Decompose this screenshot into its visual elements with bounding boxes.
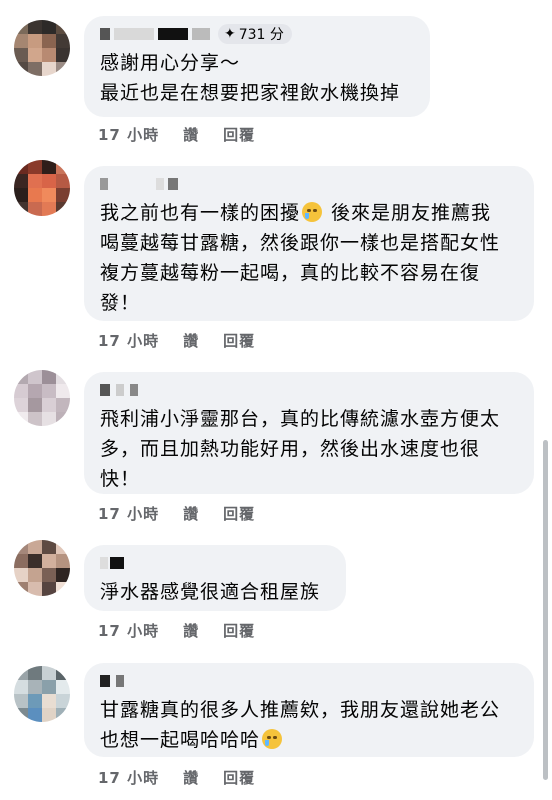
- like-button[interactable]: 讚: [183, 503, 199, 524]
- commenter-name[interactable]: [100, 671, 518, 691]
- comment-actions: 17 小時 讚 回覆: [98, 620, 255, 641]
- reply-button[interactable]: 回覆: [223, 767, 255, 788]
- comment-bubble: 我之前也有一樣的困擾 後來是朋友推薦我 喝蔓越莓甘露糖，然後跟你一樣也是搭配女性…: [84, 166, 534, 321]
- commenter-name[interactable]: [100, 553, 330, 573]
- like-button[interactable]: 讚: [183, 124, 199, 145]
- timestamp[interactable]: 17 小時: [98, 503, 159, 524]
- avatar[interactable]: [14, 20, 70, 76]
- like-button[interactable]: 讚: [183, 330, 199, 351]
- avatar[interactable]: [14, 666, 70, 722]
- avatar[interactable]: [14, 160, 70, 216]
- scrollbar[interactable]: [543, 440, 548, 780]
- like-button[interactable]: 讚: [183, 620, 199, 641]
- comment-bubble: 淨水器感覺很適合租屋族: [84, 545, 346, 611]
- comment-text: 甘露糖真的很多人推薦欸，我朋友還說她老公 也想一起喝哈哈哈: [100, 699, 501, 751]
- comment-actions: 17 小時 讚 回覆: [98, 503, 255, 524]
- comment-text: 我之前也有一樣的困擾 後來是朋友推薦我 喝蔓越莓甘露糖，然後跟你一樣也是搭配女性…: [100, 202, 501, 314]
- star-icon: ✦: [224, 26, 236, 42]
- timestamp[interactable]: 17 小時: [98, 620, 159, 641]
- laughing-tears-icon: [262, 729, 283, 749]
- reply-button[interactable]: 回覆: [223, 124, 255, 145]
- reply-button[interactable]: 回覆: [223, 503, 255, 524]
- reply-button[interactable]: 回覆: [223, 330, 255, 351]
- comment-actions: 17 小時 讚 回覆: [98, 330, 255, 351]
- like-button[interactable]: 讚: [183, 767, 199, 788]
- comment-text: 感謝用心分享～ 最近也是在想要把家裡飲水機換掉: [100, 52, 401, 104]
- timestamp[interactable]: 17 小時: [98, 124, 159, 145]
- comment-bubble: ✦ 731 分 感謝用心分享～ 最近也是在想要把家裡飲水機換掉: [84, 16, 430, 117]
- points-label: 731 分: [238, 27, 284, 43]
- comment-bubble: 甘露糖真的很多人推薦欸，我朋友還說她老公 也想一起喝哈哈哈: [84, 663, 534, 757]
- commenter-name[interactable]: ✦ 731 分: [100, 24, 414, 44]
- points-badge: ✦ 731 分: [218, 24, 292, 44]
- comment-actions: 17 小時 讚 回覆: [98, 124, 255, 145]
- comment-text: 淨水器感覺很適合租屋族: [100, 581, 321, 603]
- commenter-name[interactable]: [100, 174, 518, 194]
- avatar[interactable]: [14, 540, 70, 596]
- timestamp[interactable]: 17 小時: [98, 330, 159, 351]
- commenter-name[interactable]: [100, 380, 518, 400]
- reply-button[interactable]: 回覆: [223, 620, 255, 641]
- avatar[interactable]: [14, 370, 70, 426]
- comment-text: 飛利浦小淨靈那台，真的比傳統濾水壺方便太 多，而且加熱功能好用，然後出水速度也很…: [100, 408, 501, 490]
- timestamp[interactable]: 17 小時: [98, 767, 159, 788]
- comment-bubble: 飛利浦小淨靈那台，真的比傳統濾水壺方便太 多，而且加熱功能好用，然後出水速度也很…: [84, 372, 534, 494]
- comment-actions: 17 小時 讚 回覆: [98, 767, 255, 788]
- crying-face-icon: [302, 202, 323, 222]
